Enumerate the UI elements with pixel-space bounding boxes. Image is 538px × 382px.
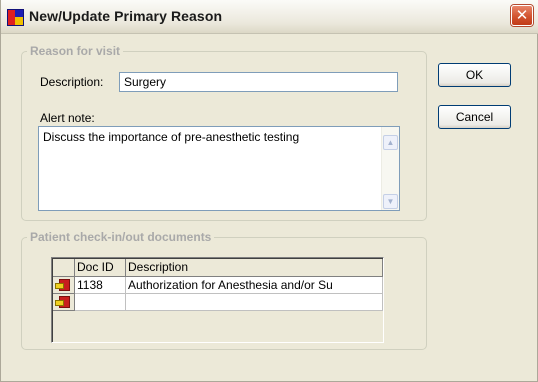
alert-note-text: Discuss the importance of pre-anesthetic…: [43, 130, 300, 144]
scroll-down-button[interactable]: ▼: [383, 194, 398, 209]
document-exit-icon: [55, 279, 70, 291]
table-cell-description[interactable]: Authorization for Anesthesia and/or Su: [126, 277, 383, 294]
documents-grid-inner: Doc ID Description 1138 Authorization fo…: [52, 258, 383, 342]
title-bar[interactable]: New/Update Primary Reason ✕: [1, 0, 538, 34]
ok-button[interactable]: OK: [438, 63, 511, 87]
table-cell-doc-id[interactable]: [75, 294, 126, 311]
row-indicator[interactable]: [53, 277, 75, 294]
cancel-button[interactable]: Cancel: [438, 105, 511, 129]
scroll-up-button[interactable]: ▲: [383, 135, 398, 150]
column-header-description[interactable]: Description: [126, 259, 383, 277]
table-cell-doc-id[interactable]: 1138: [75, 277, 126, 294]
reason-for-visit-legend: Reason for visit: [30, 44, 121, 58]
arrow-down-icon: ▼: [386, 197, 395, 206]
close-icon: ✕: [515, 6, 529, 24]
documents-grid[interactable]: Doc ID Description 1138 Authorization fo…: [51, 257, 384, 343]
grid-corner-cell: [53, 259, 75, 277]
row-indicator[interactable]: [53, 294, 75, 311]
documents-legend: Patient check-in/out documents: [30, 230, 212, 244]
app-icon: [7, 9, 24, 26]
document-exit-icon: [55, 296, 70, 308]
close-button[interactable]: ✕: [511, 5, 533, 26]
window-title: New/Update Primary Reason: [29, 8, 223, 24]
dialog-window: New/Update Primary Reason ✕ Reason for v…: [0, 0, 538, 382]
alert-note-label: Alert note:: [40, 111, 95, 125]
arrow-up-icon: ▲: [386, 138, 395, 147]
alert-note-textarea[interactable]: Discuss the importance of pre-anesthetic…: [38, 126, 400, 211]
column-header-doc-id[interactable]: Doc ID: [75, 259, 126, 277]
description-input[interactable]: [119, 72, 398, 92]
table-cell-description[interactable]: [126, 294, 383, 311]
alert-note-scrollbar[interactable]: ▲ ▼: [381, 127, 399, 210]
description-label: Description:: [40, 75, 104, 89]
